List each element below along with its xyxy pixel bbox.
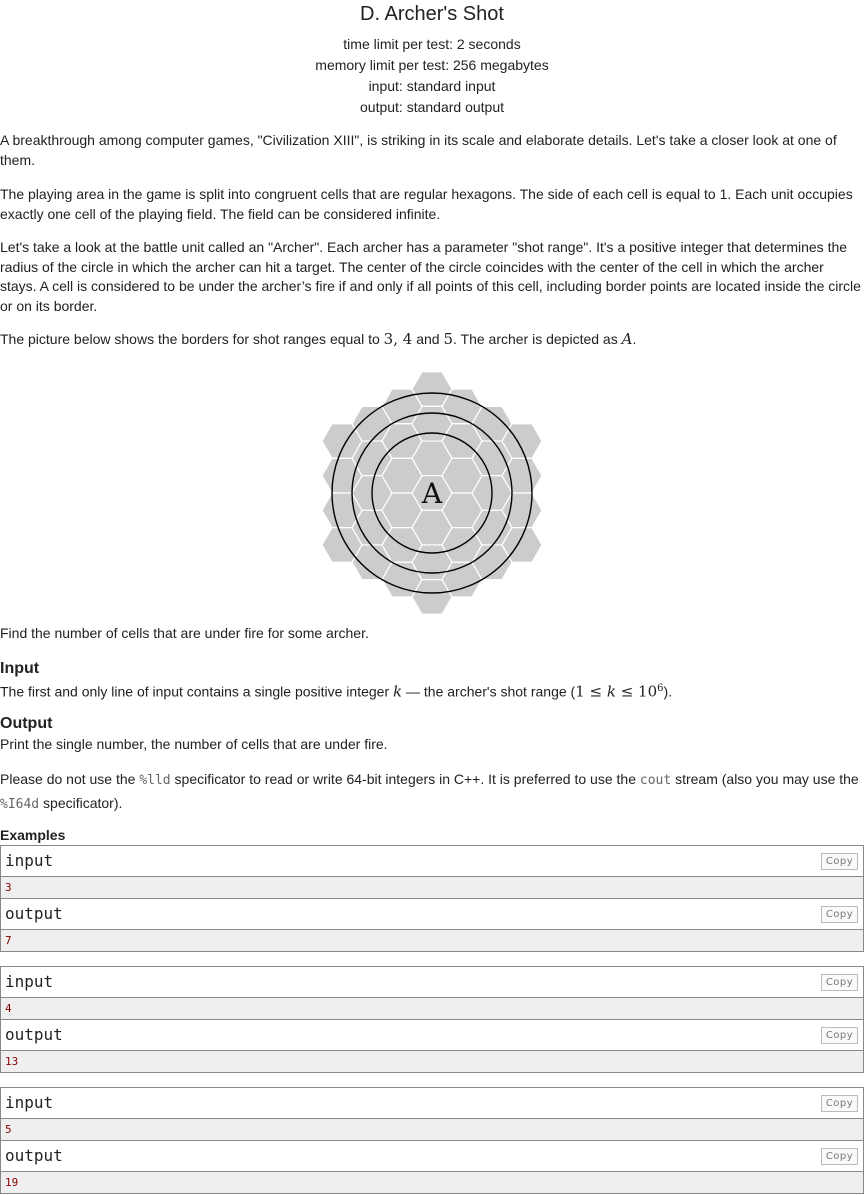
- p4-and: and: [412, 331, 444, 347]
- example-input-data: 4: [1, 998, 863, 1020]
- examples-label: Examples: [0, 827, 66, 843]
- p4-mid: . The archer is depicted as: [453, 331, 622, 347]
- example-input-header: input Copy: [1, 846, 863, 877]
- example-input-data: 3: [1, 877, 863, 899]
- copy-output-button[interactable]: Copy: [821, 906, 858, 923]
- example-output-header: output Copy: [1, 1020, 863, 1051]
- input-text-end: ).: [663, 683, 673, 700]
- io-note: Please do not use the %lld specificator …: [0, 768, 864, 816]
- copy-output-button[interactable]: Copy: [821, 1148, 858, 1165]
- example-output-label: output: [5, 1146, 63, 1165]
- p4-value-4: 4: [402, 330, 413, 348]
- p4-end: .: [632, 331, 637, 347]
- input-section-title: Input: [0, 660, 40, 677]
- note-part-4: specificator).: [39, 795, 123, 811]
- example-output-label: output: [5, 1025, 63, 1044]
- p4-sep: ,: [393, 330, 403, 348]
- input-section-text: The first and only line of input contain…: [0, 679, 864, 702]
- note-part-1: Please do not use the: [0, 771, 140, 787]
- output-section-title: Output: [0, 715, 53, 732]
- example-output-label: output: [5, 904, 63, 923]
- example-input-label: input: [5, 851, 54, 870]
- example-output-data: 13: [1, 1051, 863, 1072]
- example-output-header: output Copy: [1, 1141, 863, 1172]
- p4-value-5: 5: [443, 330, 453, 348]
- memory-limit: memory limit per test: 256 megabytes: [315, 57, 549, 73]
- p4-prefix: The picture below shows the borders for …: [0, 331, 384, 347]
- input-constraint-k: k: [606, 682, 616, 701]
- note-code-lld: %lld: [139, 773, 171, 788]
- example-input-data: 5: [1, 1119, 863, 1141]
- example-input-header: input Copy: [1, 1088, 863, 1119]
- archer-range-figure: A: [321, 371, 543, 615]
- input-var-k: k: [393, 682, 403, 701]
- copy-output-button[interactable]: Copy: [821, 1027, 858, 1044]
- example-3: input Copy 5 output Copy 19: [0, 1087, 864, 1194]
- example-output-data: 7: [1, 930, 863, 951]
- example-input-label: input: [5, 972, 54, 991]
- input-text-prefix: The first and only line of input contain…: [0, 683, 394, 700]
- copy-input-button[interactable]: Copy: [821, 974, 858, 991]
- copy-input-button[interactable]: Copy: [821, 1095, 858, 1112]
- time-limit: time limit per test: 2 seconds: [343, 36, 521, 52]
- example-output-header: output Copy: [1, 899, 863, 930]
- example-input-label: input: [5, 1093, 54, 1112]
- p4-value-3: 3: [383, 330, 394, 348]
- statement-paragraph-5: Find the number of cells that are under …: [0, 625, 369, 641]
- note-code-i64d: %I64d: [0, 797, 40, 812]
- statement-paragraph-4: The picture below shows the borders for …: [0, 330, 864, 350]
- example-input-header: input Copy: [1, 967, 863, 998]
- example-2: input Copy 4 output Copy 13: [0, 966, 864, 1073]
- statement-paragraph-3: Let's take a look at the battle unit cal…: [0, 239, 861, 314]
- statement-paragraph-2: The playing area in the game is split in…: [0, 186, 853, 222]
- archer-label: A: [421, 477, 443, 510]
- problem-title: D. Archer's Shot: [360, 3, 504, 25]
- output-file: output: standard output: [360, 99, 504, 115]
- note-part-3: stream (also you may use the: [671, 771, 859, 787]
- input-file: input: standard input: [368, 78, 496, 94]
- note-code-cout: cout: [639, 773, 672, 788]
- p4-var-a: A: [621, 330, 633, 348]
- copy-input-button[interactable]: Copy: [821, 853, 858, 870]
- statement-paragraph-1: A breakthrough among computer games, "Ci…: [0, 132, 837, 168]
- input-text-mid: — the archer's shot range (: [402, 683, 576, 700]
- note-part-2: specificator to read or write 64-bit int…: [170, 771, 640, 787]
- example-output-data: 19: [1, 1172, 863, 1193]
- output-section-text: Print the single number, the number of c…: [0, 736, 388, 752]
- example-1: input Copy 3 output Copy 7: [0, 845, 864, 952]
- input-constraint-low: 1 ≤: [575, 682, 607, 701]
- input-constraint-high: ≤ 10: [615, 682, 658, 701]
